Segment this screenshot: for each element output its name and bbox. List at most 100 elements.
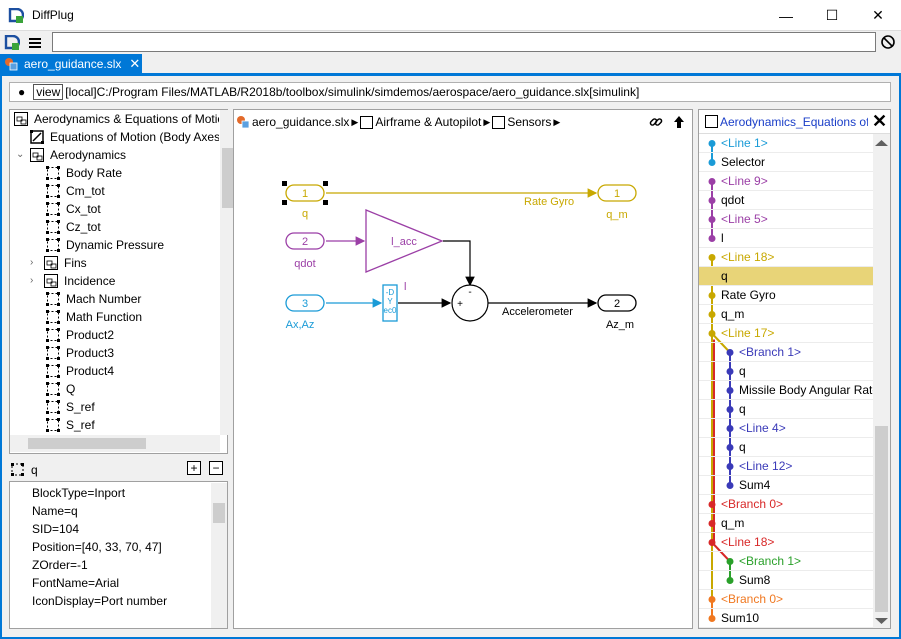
tree-item-label: Cm_tot (66, 184, 105, 198)
trace-row[interactable]: Sum8 (699, 571, 873, 590)
tree-item[interactable]: ⌄ Aerodynamics (16, 146, 126, 164)
trace-row[interactable]: <Branch 1> (699, 343, 873, 362)
property-row: FontName=Arial (32, 576, 120, 590)
scroll-thumb[interactable] (28, 438, 146, 449)
trace-row[interactable]: Sum4 (699, 476, 873, 495)
sum-block[interactable]: - + (451, 284, 489, 322)
properties-header: q + − (9, 460, 228, 480)
signal-line-gain-out[interactable] (443, 240, 475, 287)
trace-row[interactable]: q (699, 400, 873, 419)
breadcrumb-separator-icon: ▶ (351, 116, 359, 127)
breadcrumb-item-airframe[interactable]: Airframe & Autopilot ▶ (360, 115, 492, 129)
trace-row-label: <Branch 1> (739, 554, 802, 568)
chevron-right-icon[interactable]: › (30, 254, 40, 272)
scroll-up-icon[interactable] (875, 140, 888, 146)
inport-q[interactable]: 1 q (282, 181, 328, 220)
trace-row[interactable]: l (699, 229, 873, 248)
trace-row-label: q (721, 269, 728, 283)
stop-icon[interactable] (881, 35, 895, 49)
trace-row[interactable]: <Line 17> (699, 324, 873, 343)
trace-row-label: qdot (721, 193, 745, 207)
navigate-up-icon[interactable] (673, 115, 685, 129)
tree-item[interactable]: S_ref (46, 416, 95, 434)
trace-row[interactable]: Sum10 (699, 609, 873, 628)
block-icon (46, 328, 60, 342)
property-row: ZOrder=-1 (32, 558, 88, 572)
trace-row[interactable]: <Branch 0> (699, 495, 873, 514)
close-panel-icon[interactable]: ✕ (872, 111, 887, 132)
tree-item[interactable]: Body Rate (46, 164, 122, 182)
chevron-right-icon[interactable]: › (30, 272, 40, 290)
outport-number: 1 (614, 188, 620, 200)
expand-all-button[interactable]: + (187, 461, 201, 475)
trace-row[interactable]: <Line 12> (699, 457, 873, 476)
trace-row[interactable]: Missile Body Angular Rates (699, 381, 873, 400)
trace-row[interactable]: Selector (699, 153, 873, 172)
trace-row[interactable]: q (699, 267, 873, 286)
scroll-down-icon[interactable] (875, 618, 888, 624)
trace-row[interactable]: <Branch 0> (699, 590, 873, 609)
outport-q-m[interactable]: 1 q_m (597, 184, 637, 221)
tree-item[interactable]: › Incidence (30, 272, 115, 290)
block-icon (46, 202, 60, 216)
tree-item[interactable]: Q (46, 380, 75, 398)
chevron-down-icon[interactable]: ⌄ (16, 146, 26, 164)
selector-block[interactable]: -D Y ec0 l (382, 281, 406, 322)
signal-trace-title[interactable]: Aerodynamics_Equations of (720, 115, 868, 129)
outport-az-m[interactable]: 2 Az_m (597, 294, 637, 331)
minimize-button[interactable]: — (763, 0, 809, 31)
scroll-thumb[interactable] (213, 503, 225, 523)
tree-item[interactable]: Cz_tot (46, 218, 101, 236)
properties-scrollbar[interactable] (211, 483, 227, 628)
trace-row[interactable]: Rate Gyro (699, 286, 873, 305)
tree-item[interactable]: Product3 (46, 344, 114, 362)
tree-item[interactable]: › Fins (30, 254, 87, 272)
collapse-all-button[interactable]: − (209, 461, 223, 475)
trace-vertical-scrollbar[interactable] (873, 134, 890, 628)
link-icon[interactable] (649, 115, 663, 129)
tree-item[interactable]: Aerodynamics & Equations of Motion (14, 110, 219, 128)
close-window-button[interactable]: ✕ (855, 0, 901, 31)
tree-item[interactable]: Math Function (46, 308, 142, 326)
tree-item-label: Product2 (66, 328, 115, 342)
tree-item[interactable]: Cm_tot (46, 182, 105, 200)
trace-row[interactable]: <Line 5> (699, 210, 873, 229)
tree-item[interactable]: Equations of Motion (Body Axes) (30, 128, 219, 146)
tree-item[interactable]: Product4 (46, 362, 114, 380)
inport-label: q (302, 208, 308, 220)
scroll-thumb[interactable] (875, 426, 888, 612)
tree-item[interactable]: Cx_tot (46, 200, 101, 218)
tree-item[interactable]: Mach Number (46, 290, 141, 308)
trace-row[interactable]: q (699, 362, 873, 381)
breadcrumb-item-model[interactable]: aero_guidance.slx ▶ (252, 115, 360, 129)
inport-qdot[interactable]: 2 qdot (285, 232, 325, 270)
block-icon (46, 166, 60, 180)
trace-row-label: <Branch 1> (739, 345, 802, 359)
tree-horizontal-scrollbar[interactable] (10, 435, 220, 452)
inport-number: 3 (302, 298, 308, 310)
inport-ax-az[interactable]: 3 Ax,Az (285, 294, 325, 331)
trace-row[interactable]: <Line 4> (699, 419, 873, 438)
tree-item[interactable]: Product2 (46, 326, 114, 344)
trace-row[interactable]: q_m (699, 305, 873, 324)
trace-row[interactable]: q (699, 438, 873, 457)
trace-row[interactable]: <Line 9> (699, 172, 873, 191)
tree-item-label: Body Rate (66, 166, 123, 180)
trace-row[interactable]: <Branch 1> (699, 552, 873, 571)
property-row: IconDisplay=Port number (32, 594, 168, 608)
subsystem-icon (360, 115, 374, 129)
gain-block-l-acc[interactable]: l_acc (365, 209, 444, 273)
maximize-button[interactable]: ☐ (809, 0, 855, 31)
tree-item-label: Aerodynamics & Equations of Motion (34, 112, 219, 126)
block-icon (46, 220, 60, 234)
trace-row[interactable]: <Line 18> (699, 533, 873, 552)
trace-row[interactable]: qdot (699, 191, 873, 210)
property-row: Name=q (32, 504, 78, 518)
sum-minus-sign: - (468, 287, 471, 298)
tree-item[interactable]: Dynamic Pressure (46, 236, 164, 254)
breadcrumb-item-sensors[interactable]: Sensors ▶ (492, 115, 562, 129)
tree-item[interactable]: S_ref (46, 398, 95, 416)
trace-row[interactable]: q_m (699, 514, 873, 533)
trace-row[interactable]: <Line 1> (699, 134, 873, 153)
trace-row[interactable]: <Line 18> (699, 248, 873, 267)
